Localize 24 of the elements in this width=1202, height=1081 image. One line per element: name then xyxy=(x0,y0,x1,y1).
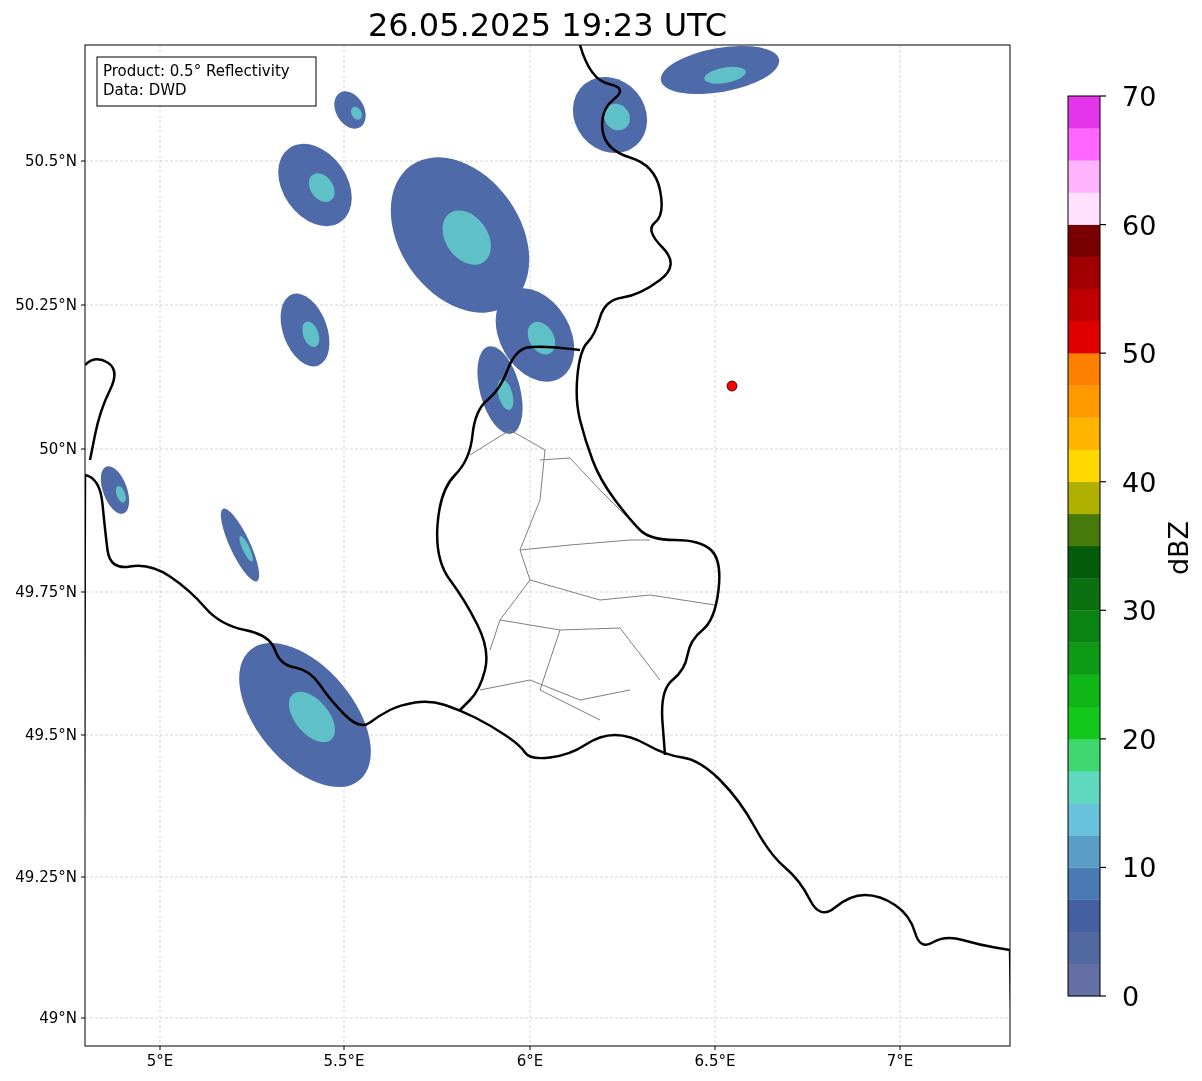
longitude-label: 6.5°E xyxy=(694,1052,736,1070)
latitude-label: 49.75°N xyxy=(15,583,77,601)
longitude-label: 5°E xyxy=(146,1052,174,1070)
colorbar-tick-label: 30 xyxy=(1122,595,1157,627)
legend-text: Product: 0.5° Reflectivity xyxy=(103,62,290,80)
longitude-label: 5.5°E xyxy=(323,1052,365,1070)
latitude-label: 49.5°N xyxy=(24,726,77,744)
colorbar-label: dBZ xyxy=(1163,520,1194,576)
latitude-label: 49.25°N xyxy=(15,868,77,886)
colorbar-tick-label: 40 xyxy=(1122,466,1157,498)
plot-title: 26.05.2025 19:23 UTC xyxy=(367,6,728,44)
latitude-label: 50°N xyxy=(39,440,77,458)
colorbar-tick-label: 50 xyxy=(1122,338,1157,370)
latitude-label: 49°N xyxy=(39,1009,77,1027)
colorbar-tick-label: 70 xyxy=(1122,81,1157,112)
latitude-label: 50.25°N xyxy=(15,296,77,314)
latitude-label: 50.5°N xyxy=(24,152,77,170)
legend-text: Data: DWD xyxy=(103,81,187,99)
longitude-label: 7°E xyxy=(886,1052,914,1070)
colorbar-tick-label: 60 xyxy=(1122,209,1157,241)
colorbar-tick-label: 20 xyxy=(1122,723,1157,755)
colorbar-tick-label: 10 xyxy=(1122,852,1157,884)
longitude-label: 6°E xyxy=(516,1052,544,1070)
colorbar-tick-label: 0 xyxy=(1122,981,1140,1012)
